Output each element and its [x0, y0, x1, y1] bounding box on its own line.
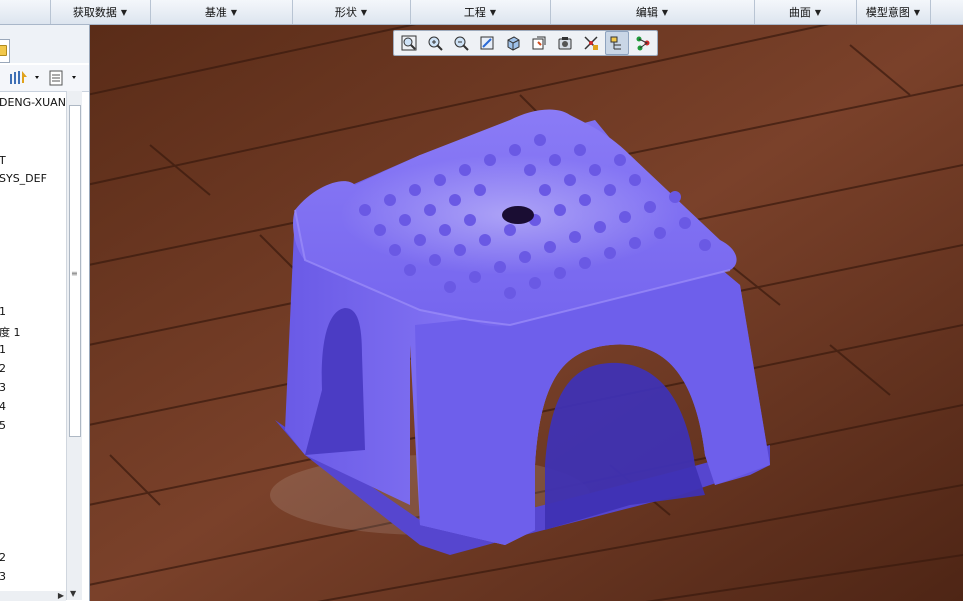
tree-settings-icon: [10, 71, 39, 84]
zoom-out-icon: [454, 36, 469, 51]
graphics-toolbar: [393, 30, 658, 56]
tree-item[interactable]: 3: [0, 570, 6, 583]
ribbon-group-bar: 获取数据 ▼ 基准 ▼ 形状 ▼ 工程 ▼ 编辑 ▼ 曲面 ▼ 模型意图 ▼: [0, 0, 963, 25]
view-manager-icon: [558, 37, 572, 50]
ribbon-group-surfaces[interactable]: 曲面 ▼: [754, 0, 857, 24]
ribbon-group-editing[interactable]: 编辑 ▼: [550, 0, 755, 24]
dropdown-arrow-icon: ▼: [120, 7, 128, 17]
tree-item[interactable]: SYS_DEF: [0, 172, 47, 185]
annotation-display-icon: [636, 36, 650, 51]
tree-item[interactable]: 5: [0, 419, 6, 432]
scroll-down-arrow-icon[interactable]: ▼: [70, 589, 76, 598]
navigator-tab-strip: [0, 25, 89, 63]
tree-item-model-name[interactable]: DENG-XUAN: [0, 96, 66, 109]
ribbon-group-label: 基准: [204, 6, 227, 19]
tree-horizontal-scrollbar[interactable]: ▶: [0, 591, 66, 601]
repaint-button[interactable]: [475, 31, 499, 55]
ribbon-group-model-intent[interactable]: 模型意图 ▼: [856, 0, 931, 24]
zoom-in-button[interactable]: [423, 31, 447, 55]
refit-icon: [401, 35, 417, 51]
tree-vertical-scrollbar[interactable]: ≡ ▼: [66, 91, 82, 600]
scroll-right-arrow-icon[interactable]: ▶: [58, 591, 64, 600]
graphics-window[interactable]: [90, 25, 963, 601]
ribbon-group-label: 曲面: [788, 6, 811, 19]
ribbon-group-label: 编辑: [635, 6, 658, 19]
tree-item[interactable]: 2: [0, 551, 6, 564]
dropdown-arrow-icon: ▼: [814, 7, 822, 17]
ribbon-group-label: 形状: [334, 6, 357, 19]
tree-item[interactable]: 1: [0, 343, 6, 356]
show-list-icon: [49, 70, 76, 86]
tree-item[interactable]: 3: [0, 381, 6, 394]
ribbon-group-engineering[interactable]: 工程 ▼: [410, 0, 551, 24]
dropdown-arrow-icon: ▼: [489, 7, 497, 17]
datum-display-button[interactable]: [579, 31, 603, 55]
tree-item[interactable]: 度 1: [0, 324, 21, 340]
tree-item[interactable]: 1: [0, 305, 6, 318]
seat-center-hole: [502, 206, 534, 224]
dropdown-arrow-icon: ▼: [661, 7, 669, 17]
show-button[interactable]: [48, 69, 84, 87]
ribbon-group-label: 获取数据: [72, 6, 117, 19]
ribbon-group-label: 模型意图: [865, 6, 910, 19]
ribbon-group-shapes[interactable]: 形状 ▼: [292, 0, 411, 24]
refit-button[interactable]: [397, 31, 421, 55]
ribbon-group-partial: [0, 0, 51, 24]
zoom-out-button[interactable]: [449, 31, 473, 55]
folder-icon: [0, 45, 7, 56]
settings-button[interactable]: [8, 69, 42, 87]
tree-item[interactable]: 2: [0, 362, 6, 375]
tree-item[interactable]: 4: [0, 400, 6, 413]
scrollbar-grip-icon: ≡: [71, 269, 78, 278]
spin-center-icon: [610, 36, 621, 50]
zoom-in-icon: [428, 36, 443, 51]
model-tree-toolbar: [0, 65, 89, 92]
display-style-button[interactable]: [501, 31, 525, 55]
spin-center-button[interactable]: [605, 31, 629, 55]
ribbon-group-get-data[interactable]: 获取数据 ▼: [50, 0, 151, 24]
dropdown-arrow-icon: ▼: [913, 7, 921, 17]
ribbon-group-datum[interactable]: 基准 ▼: [150, 0, 293, 24]
ribbon-group-partial-right: [930, 0, 963, 24]
dropdown-arrow-icon: ▼: [230, 7, 238, 17]
saved-views-button[interactable]: [527, 31, 551, 55]
folder-browser-tab[interactable]: [0, 39, 10, 63]
repaint-icon: [480, 36, 494, 50]
display-style-icon: [507, 36, 520, 51]
annotation-display-button[interactable]: [631, 31, 655, 55]
saved-views-icon: [532, 36, 546, 50]
tree-item[interactable]: T: [0, 154, 6, 167]
view-manager-button[interactable]: [553, 31, 577, 55]
model-render: [90, 25, 963, 601]
dropdown-arrow-icon: ▼: [360, 7, 368, 17]
ribbon-group-label: 工程: [463, 6, 486, 19]
datum-display-icon: [584, 36, 598, 50]
model-tree-panel: DENG-XUAN T SYS_DEF 1 度 1 1 2 3 4 5 2 3 …: [0, 25, 90, 601]
